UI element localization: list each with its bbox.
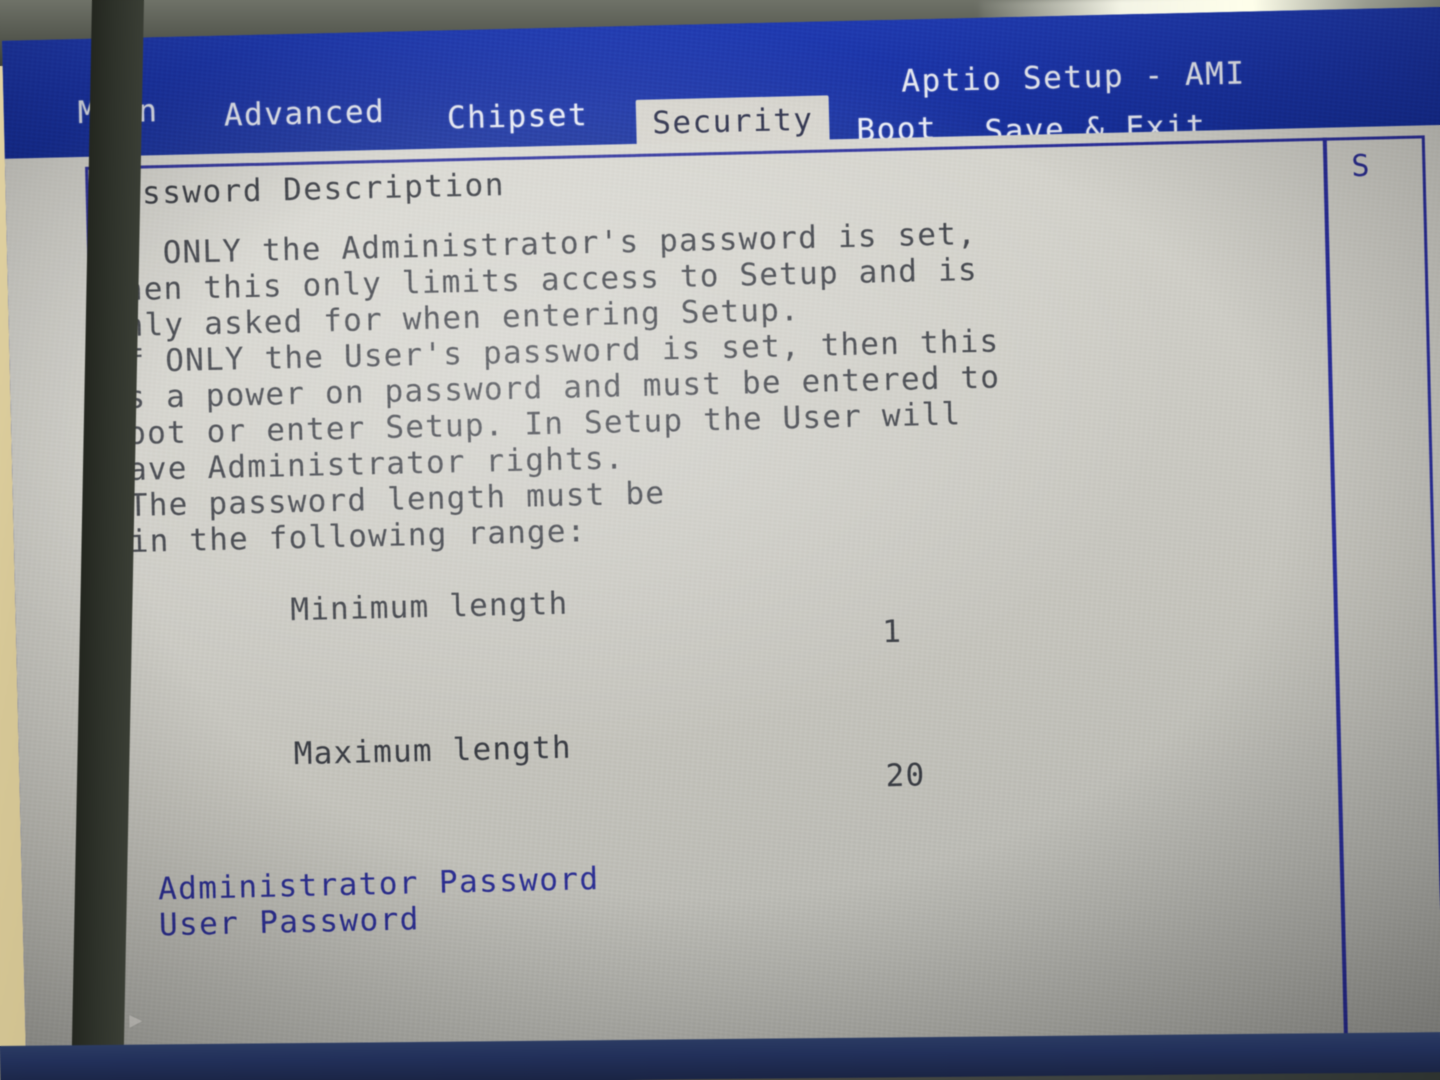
security-page-content: Password Description If ONLY the Adminis… — [101, 146, 1329, 1077]
bios-screen: Main Advanced Chipset Security Boot Save… — [2, 6, 1440, 1077]
bios-monitor-photo: Main Advanced Chipset Security Boot Save… — [0, 0, 1440, 1080]
help-pane: S →←: S ↑↓: Se Enter: +/-: C F1: Ge F2: … — [1335, 146, 1440, 185]
minimum-length-row: Minimum length 1 — [110, 532, 1313, 704]
help-description-text: S — [1351, 148, 1372, 185]
maximum-length-row: Maximum length 20 — [114, 676, 1317, 848]
tab-chipset[interactable]: Chipset — [447, 97, 589, 136]
maximum-length-value: 20 — [885, 757, 926, 795]
tab-advanced[interactable]: Advanced — [223, 94, 385, 134]
maximum-length-label: Maximum length — [273, 729, 573, 773]
minimum-length-value: 1 — [881, 613, 903, 651]
minimum-length-label: Minimum length — [270, 585, 569, 629]
submenu-arrow-icon: ▶ — [128, 1007, 145, 1034]
